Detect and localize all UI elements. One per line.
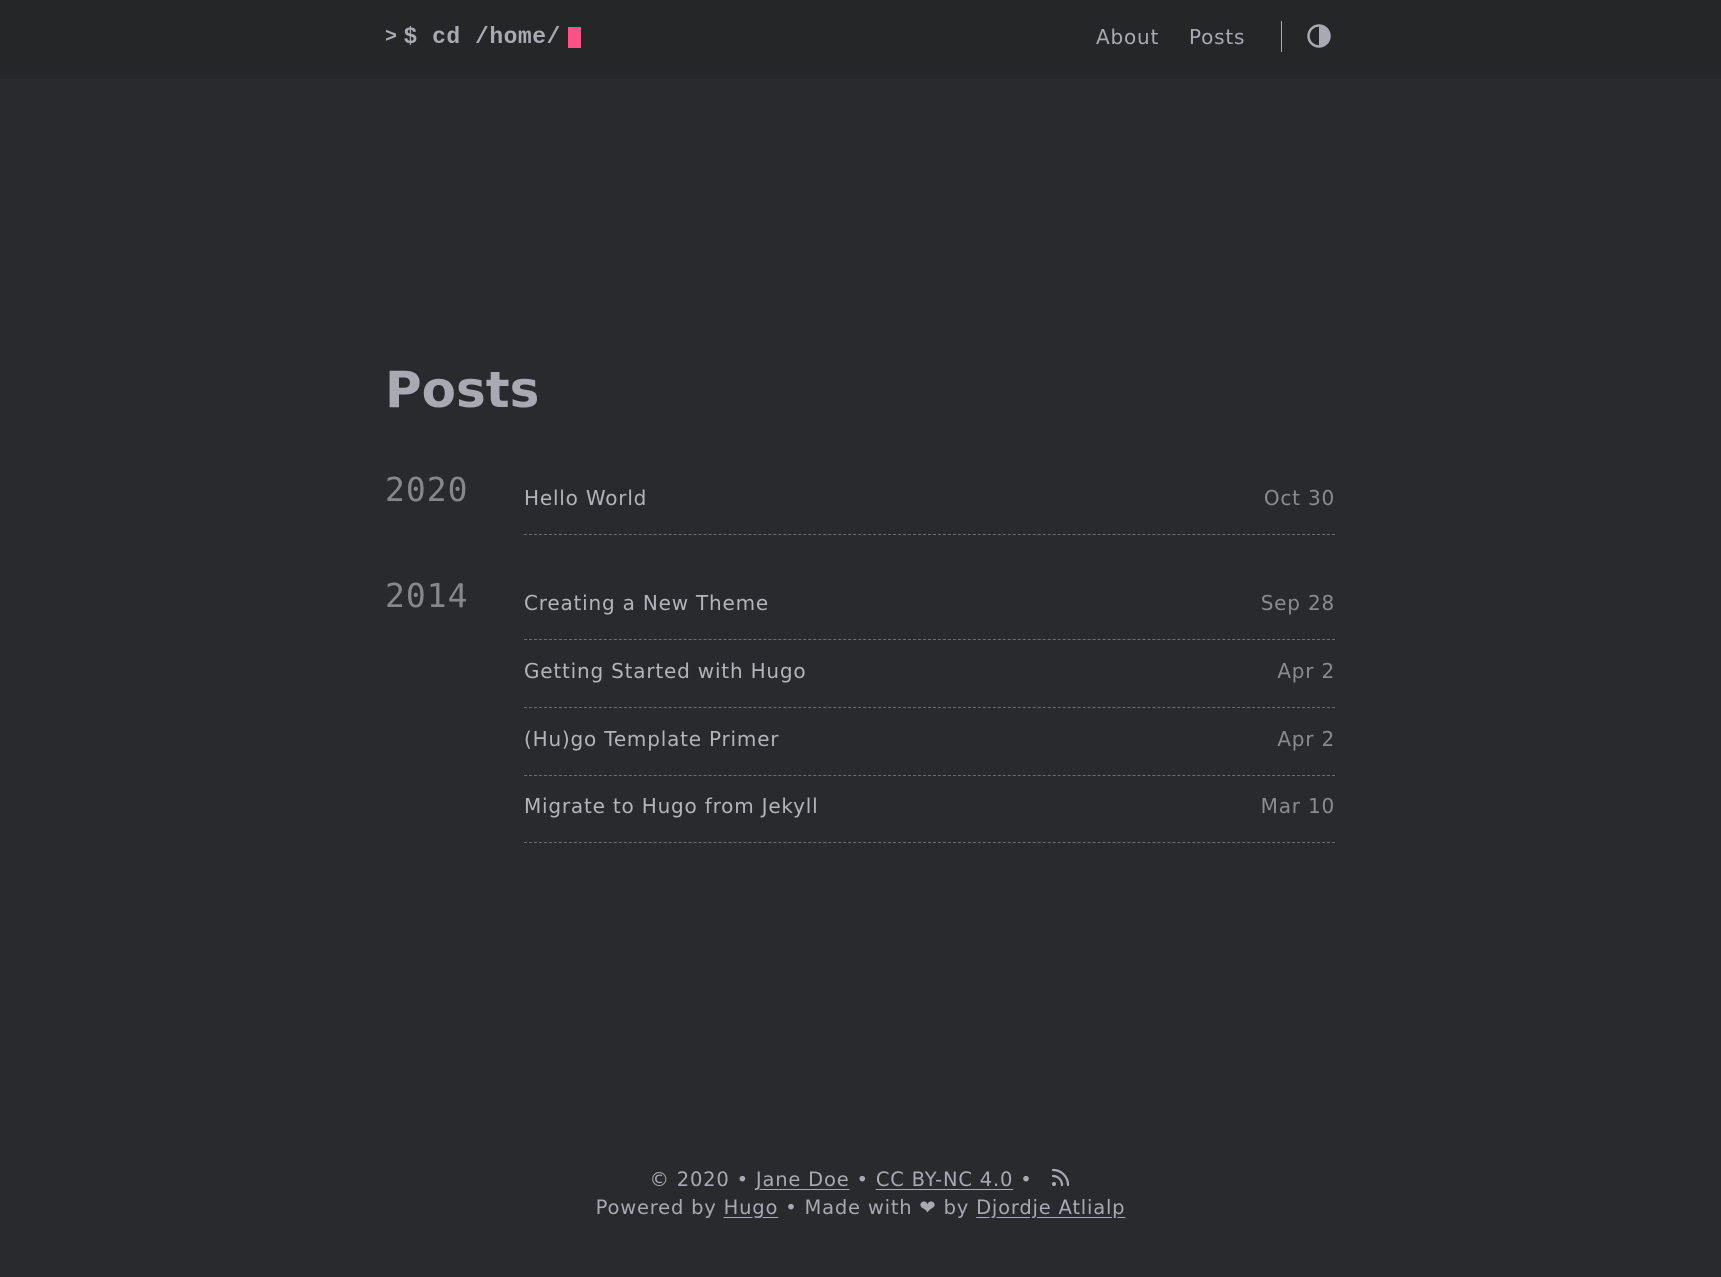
page-title: Posts (385, 361, 540, 419)
post-list-item[interactable]: (Hu)go Template Primer Apr 2 (524, 707, 1335, 776)
by-text: by (943, 1196, 970, 1219)
made-with-text: Made with (804, 1196, 913, 1219)
nav-about-link[interactable]: About (1096, 22, 1159, 52)
nav-posts-link[interactable]: Posts (1189, 22, 1245, 52)
license-link[interactable]: CC BY-NC 4.0 (876, 1168, 1013, 1191)
site-header: > $ cd /home/ About Posts (0, 0, 1721, 80)
post-date: Apr 2 (1277, 727, 1335, 751)
post-date: Oct 30 (1263, 486, 1335, 510)
nav-divider (1281, 21, 1282, 52)
post-title-link[interactable]: Creating a New Theme (524, 591, 769, 615)
post-date: Apr 2 (1277, 659, 1335, 683)
heart-icon: ❤ (919, 1196, 937, 1219)
logo-text: $ cd /home/ (403, 24, 561, 50)
logo-cursor (567, 26, 581, 48)
contrast-icon (1307, 24, 1331, 48)
footer-separator: • (785, 1196, 798, 1219)
footer-separator: • (1020, 1168, 1033, 1191)
post-date: Mar 10 (1260, 794, 1335, 818)
post-title-link[interactable]: Migrate to Hugo from Jekyll (524, 794, 818, 818)
post-list-item[interactable]: Hello World Oct 30 (524, 466, 1335, 535)
year-heading-2020: 2020 (385, 470, 469, 509)
post-list-item[interactable]: Migrate to Hugo from Jekyll Mar 10 (524, 774, 1335, 843)
footer-separator: • (856, 1168, 869, 1191)
post-title-link[interactable]: Hello World (524, 486, 647, 510)
rss-icon[interactable] (1050, 1166, 1072, 1193)
theme-toggle-button[interactable] (1306, 23, 1332, 49)
theme-author-link[interactable]: Djordje Atlialp (976, 1196, 1125, 1219)
post-title-link[interactable]: Getting Started with Hugo (524, 659, 806, 683)
post-list-item[interactable]: Creating a New Theme Sep 28 (524, 571, 1335, 640)
copyright-text: © 2020 (649, 1168, 730, 1191)
footer-copyright-line: © 2020 • Jane Doe • CC BY-NC 4.0 • (0, 1166, 1721, 1193)
hugo-link[interactable]: Hugo (724, 1196, 779, 1219)
footer-separator: • (736, 1168, 749, 1191)
post-list-item[interactable]: Getting Started with Hugo Apr 2 (524, 639, 1335, 708)
site-logo[interactable]: > $ cd /home/ (385, 22, 581, 52)
author-link[interactable]: Jane Doe (756, 1168, 850, 1191)
post-title-link[interactable]: (Hu)go Template Primer (524, 727, 779, 751)
post-date: Sep 28 (1260, 591, 1335, 615)
footer-credits-line: Powered by Hugo • Made with ❤ by Djordje… (0, 1196, 1721, 1219)
logo-prompt-symbol: > (385, 25, 398, 49)
powered-by-text: Powered by (595, 1196, 717, 1219)
year-heading-2014: 2014 (385, 576, 469, 615)
